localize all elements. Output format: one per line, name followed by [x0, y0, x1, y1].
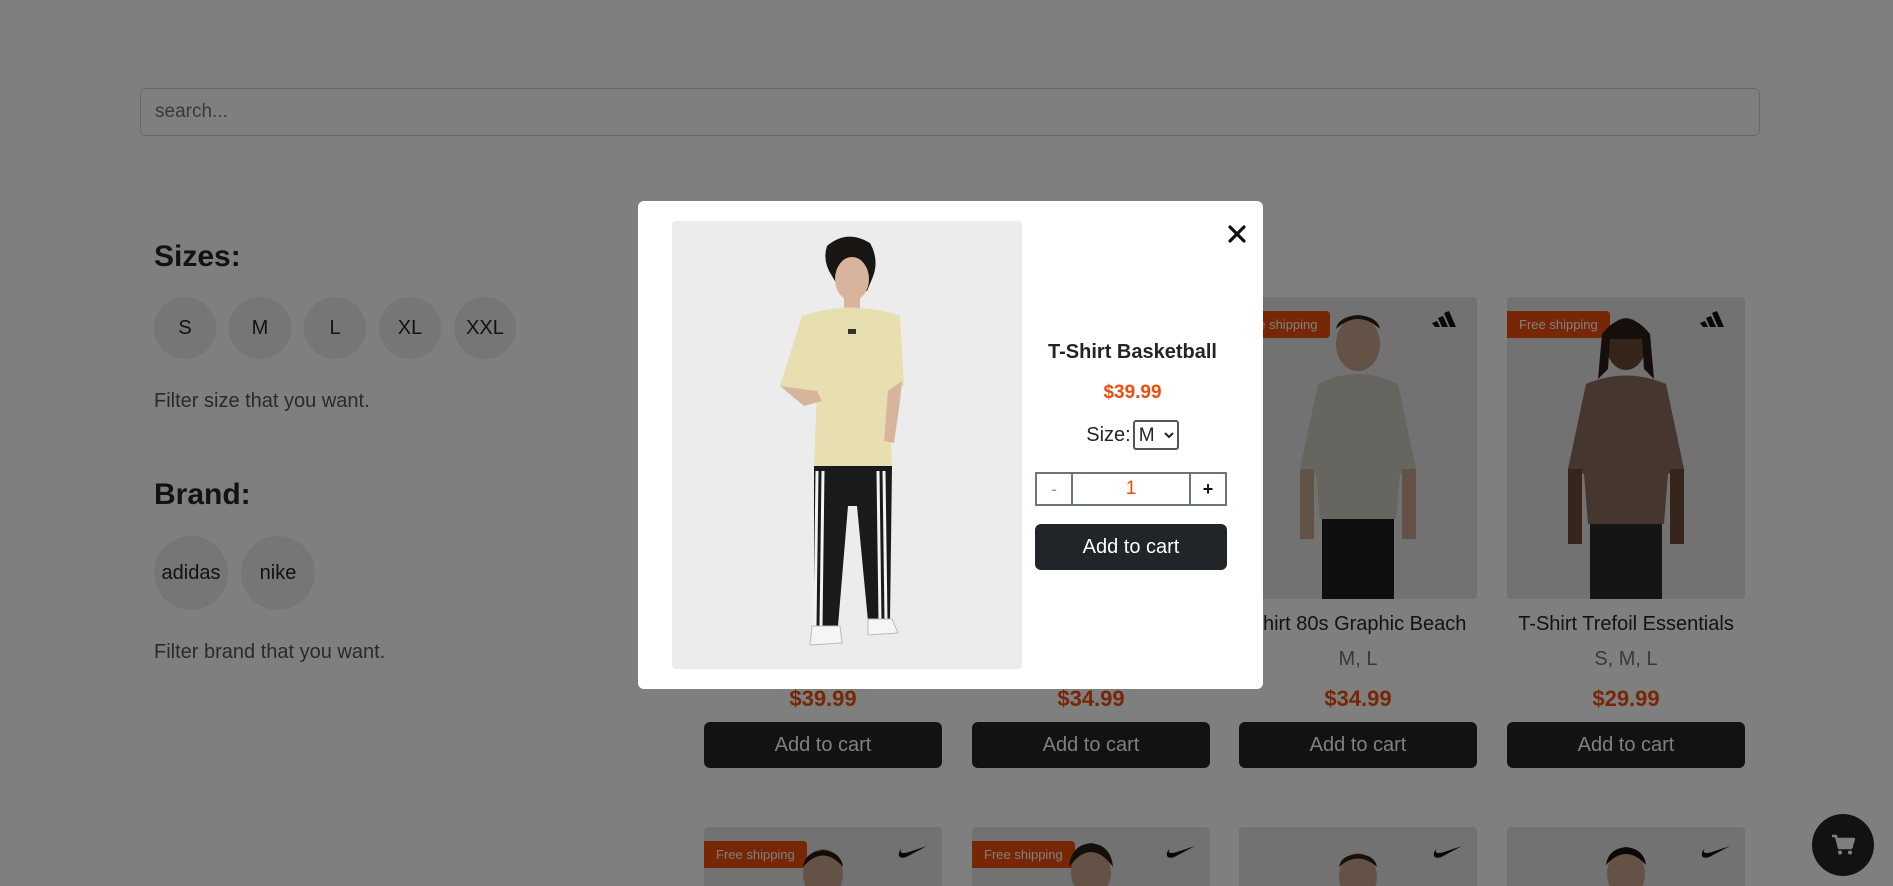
model-photo	[672, 221, 1022, 669]
product-price: $39.99	[1103, 382, 1162, 403]
add-to-cart-button[interactable]: Add to cart	[1035, 524, 1227, 570]
increment-button[interactable]: +	[1189, 474, 1225, 504]
size-label: Size:	[1086, 423, 1131, 446]
product-quickview-modal: T-Shirt Basketball $39.99 Size: M - + Ad…	[638, 201, 1263, 689]
size-select[interactable]: M	[1132, 420, 1179, 450]
shop-page: Sizes: S M L XL XXL Filter size that you…	[0, 0, 1893, 886]
quantity-input[interactable]	[1073, 474, 1189, 504]
product-title: T-Shirt Basketball	[1048, 341, 1217, 363]
quantity-stepper: - +	[1035, 472, 1227, 506]
size-selector: Size: M	[1035, 420, 1230, 450]
close-icon	[1228, 225, 1246, 243]
product-info: T-Shirt Basketball $39.99 Size: M - + Ad…	[1035, 341, 1230, 570]
close-button[interactable]	[1220, 217, 1254, 251]
product-photo	[672, 221, 1022, 669]
decrement-button[interactable]: -	[1037, 474, 1073, 504]
